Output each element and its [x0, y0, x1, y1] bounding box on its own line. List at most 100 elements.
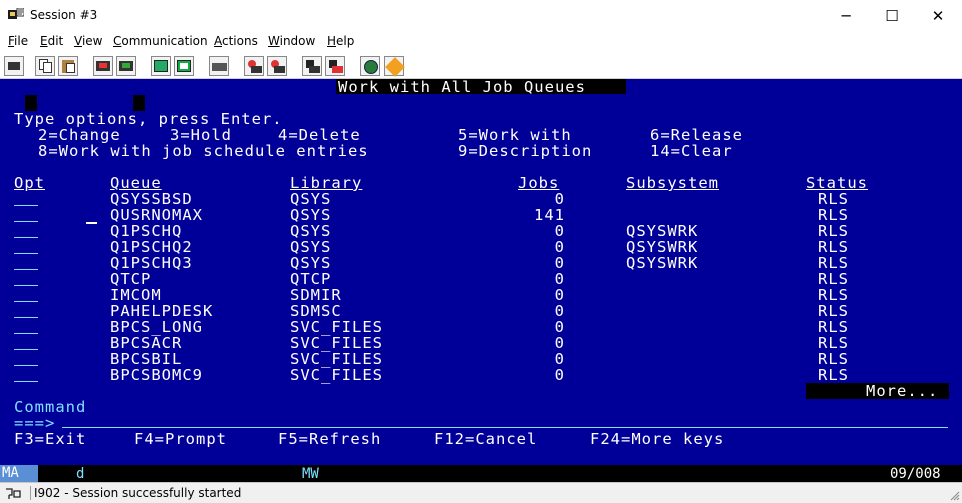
menu-view[interactable]: View	[74, 34, 102, 48]
opt-input-field[interactable]	[14, 205, 38, 206]
option-change: 2=Change	[38, 126, 121, 144]
library-cell: QSYS	[290, 222, 332, 240]
close-button[interactable]: ✕	[915, 0, 961, 31]
record-macro-icon[interactable]	[244, 56, 264, 76]
queue-name-cell: PAHELPDESK	[110, 302, 214, 320]
operator-info-area: MA d MW 09/008	[0, 465, 962, 482]
option-clear: 14=Clear	[650, 142, 733, 160]
queue-name-cell: IMCOM	[110, 286, 162, 304]
queue-name-cell: QUSRNOMAX	[110, 206, 203, 224]
status-cell: RLS	[818, 270, 849, 288]
opt-input-field[interactable]	[14, 381, 38, 382]
send-file-icon[interactable]	[93, 56, 113, 76]
opt-input-field[interactable]	[14, 221, 38, 222]
paste-icon[interactable]	[58, 56, 78, 76]
library-cell: QTCP	[290, 270, 332, 288]
menu-edit[interactable]: Edit	[40, 34, 63, 48]
library-cell: QSYS	[290, 206, 332, 224]
play-macro-icon[interactable]	[302, 56, 322, 76]
menu-window-label: indow	[279, 34, 316, 48]
opt-input-field[interactable]	[14, 237, 38, 238]
display-icon[interactable]	[151, 56, 171, 76]
toolbar	[0, 53, 962, 79]
status-cell: RLS	[818, 286, 849, 304]
menu-window[interactable]: Window	[268, 34, 315, 48]
input-field-block[interactable]	[25, 95, 37, 111]
menu-communication[interactable]: Communication	[113, 34, 208, 48]
fkey-cancel[interactable]: F12=Cancel	[434, 431, 537, 447]
oia-indicator: d	[76, 466, 85, 482]
library-cell: QSYS	[290, 190, 332, 208]
queue-name-cell: BPCSBOMC9	[110, 366, 203, 384]
fkey-refresh[interactable]: F5=Refresh	[278, 431, 381, 447]
status-message: I902 - Session successfully started	[30, 486, 241, 500]
queue-name-cell: BPCS_LONG	[110, 318, 203, 336]
copy-icon[interactable]	[35, 56, 55, 76]
queue-name-cell: BPCSACR	[110, 334, 183, 352]
jobs-count-cell: 0	[554, 302, 565, 320]
jobs-count-cell: 0	[554, 254, 565, 272]
menu-actions[interactable]: Actions	[214, 34, 258, 48]
jobs-count-cell: 0	[554, 366, 565, 384]
print-screen-icon[interactable]	[4, 56, 24, 76]
jobs-count-cell: 0	[554, 270, 565, 288]
title-bar: Session #3 ─ ☐ ✕	[0, 0, 962, 31]
option-work-with: 5=Work with	[458, 126, 572, 144]
play-stop-icon[interactable]	[325, 56, 345, 76]
option-job-schedule: 8=Work with job schedule entries	[38, 142, 369, 160]
option-delete: 4=Delete	[278, 126, 361, 144]
input-field-block[interactable]	[133, 95, 145, 111]
queue-name-cell: BPCSBIL	[110, 350, 183, 368]
status-cell: RLS	[818, 190, 849, 208]
command-label: Command	[14, 398, 87, 416]
jobs-count-cell: 0	[554, 190, 565, 208]
opt-input-field[interactable]	[14, 285, 38, 286]
queue-name-cell: Q1PSCHQ3	[110, 254, 193, 272]
status-bar: I902 - Session successfully started	[0, 482, 962, 503]
maximize-button[interactable]: ☐	[869, 0, 915, 31]
option-release: 6=Release	[650, 126, 743, 144]
opt-input-field[interactable]	[14, 269, 38, 270]
oia-cursor-position: 09/008	[890, 466, 941, 482]
status-cell: RLS	[818, 222, 849, 240]
library-cell: SDMSC	[290, 302, 342, 320]
header-jobs: Jobs	[518, 174, 560, 192]
fkey-prompt[interactable]: F4=Prompt	[134, 431, 227, 447]
command-input[interactable]	[62, 427, 948, 428]
terminal-screen[interactable]: Work with All Job Queues Type options, p…	[0, 79, 962, 465]
opt-input-field[interactable]	[14, 333, 38, 334]
screen-title: Work with All Job Queues	[338, 78, 586, 96]
status-cell: RLS	[818, 302, 849, 320]
menu-edit-mnemonic: E	[40, 34, 48, 48]
fkey-exit[interactable]: F3=Exit	[14, 431, 86, 447]
status-cell: RLS	[818, 366, 849, 384]
menu-help-mnemonic: H	[327, 34, 337, 48]
globe-icon[interactable]	[360, 56, 380, 76]
menu-file[interactable]: File	[8, 34, 28, 48]
opt-input-field[interactable]	[14, 253, 38, 254]
subsystem-cell: QSYSWRK	[626, 254, 699, 272]
minimize-button[interactable]: ─	[823, 0, 869, 31]
queue-name-cell: Q1PSCHQ2	[110, 238, 193, 256]
resize-grip-icon[interactable]	[950, 491, 960, 501]
stop-macro-icon[interactable]	[267, 56, 287, 76]
window-title: Session #3	[30, 8, 98, 22]
menu-window-mnemonic: W	[268, 34, 280, 48]
help-icon[interactable]	[384, 56, 405, 77]
receive-file-icon[interactable]	[116, 56, 136, 76]
menu-actions-label: ctions	[222, 34, 258, 48]
opt-input-field[interactable]	[14, 349, 38, 350]
keypad-icon[interactable]	[174, 56, 194, 76]
opt-input-field[interactable]	[14, 301, 38, 302]
opt-input-field[interactable]	[14, 317, 38, 318]
fkey-more-keys[interactable]: F24=More keys	[590, 431, 724, 447]
jobs-count-cell: 0	[554, 334, 565, 352]
status-cell: RLS	[818, 318, 849, 336]
library-cell: SVC_FILES	[290, 334, 383, 352]
library-cell: QSYS	[290, 254, 332, 272]
text-cursor	[86, 222, 97, 224]
opt-input-field[interactable]	[14, 365, 38, 366]
menu-help[interactable]: Help	[327, 34, 354, 48]
macro-icon[interactable]	[209, 56, 229, 76]
oia-session: MW	[302, 466, 319, 482]
